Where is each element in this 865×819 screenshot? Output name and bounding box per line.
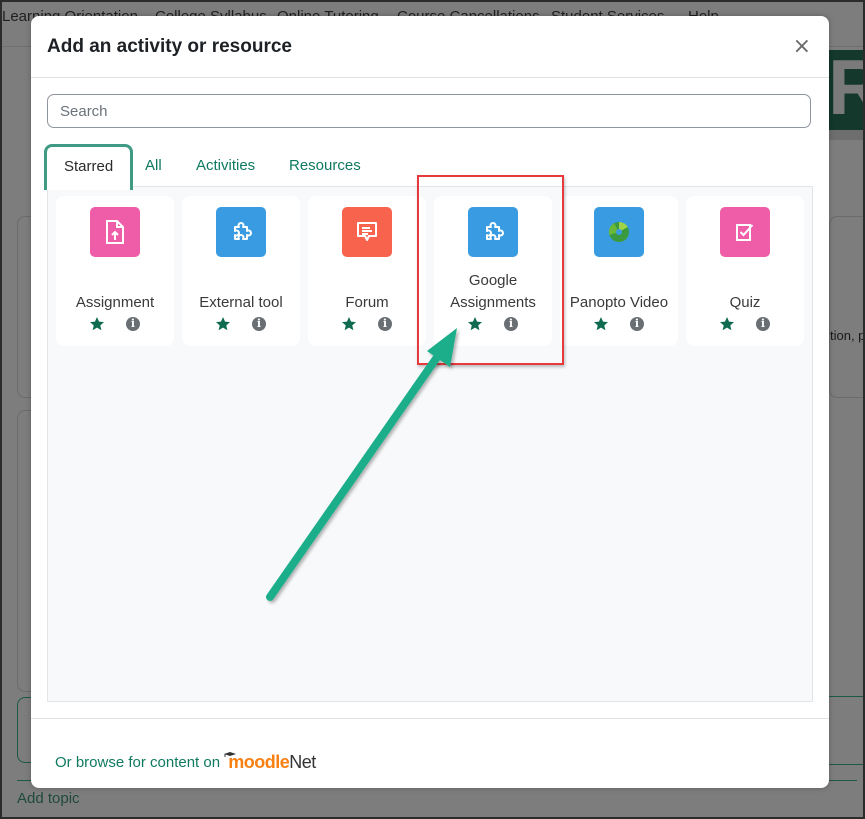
moodlenet-logo: moodleNet <box>224 752 316 773</box>
tab-all[interactable]: All <box>145 144 162 188</box>
star-icon[interactable] <box>89 316 105 332</box>
activity-item-assignment[interactable]: Assignment i <box>56 196 174 346</box>
close-button[interactable]: × <box>793 36 811 58</box>
star-icon[interactable] <box>467 316 483 332</box>
moodle-wordmark: moodle <box>228 752 290 772</box>
assignment-upload-icon <box>90 207 140 257</box>
add-topic-link[interactable]: Add topic <box>17 790 80 807</box>
moodlenet-browse-link[interactable]: Or browse for content on moodleNet <box>55 752 316 773</box>
tab-starred[interactable]: Starred <box>44 144 134 190</box>
modal-title: Add an activity or resource <box>47 36 292 57</box>
star-icon[interactable] <box>341 316 357 332</box>
activity-name: Google Assignments <box>450 272 536 311</box>
activity-chooser-modal: Add an activity or resource × Starred Al… <box>31 16 829 788</box>
star-icon[interactable] <box>719 316 735 332</box>
star-icon[interactable] <box>593 316 609 332</box>
info-icon[interactable]: i <box>504 317 518 331</box>
info-icon[interactable]: i <box>126 317 140 331</box>
background-text: tion, p <box>830 328 865 343</box>
info-icon[interactable]: i <box>756 317 770 331</box>
background-banner: RS <box>828 50 865 130</box>
background-strip <box>828 130 865 140</box>
puzzle-piece-icon <box>216 207 266 257</box>
graduation-cap-icon <box>224 752 237 757</box>
modal-header: Add an activity or resource × <box>31 16 829 78</box>
starred-tab-panel: Assignment i External tool i Forum i Goo… <box>47 186 813 702</box>
activity-item-external-tool[interactable]: External tool i <box>182 196 300 346</box>
activity-name: Panopto Video <box>569 294 669 311</box>
activity-name: External tool <box>199 294 283 311</box>
quiz-checkbox-icon <box>720 207 770 257</box>
background-card <box>829 216 865 398</box>
activity-item-forum[interactable]: Forum i <box>308 196 426 346</box>
tab-activities[interactable]: Activities <box>196 144 255 188</box>
info-icon[interactable]: i <box>252 317 266 331</box>
star-icon[interactable] <box>215 316 231 332</box>
info-icon[interactable]: i <box>630 317 644 331</box>
activity-name: Forum <box>345 294 389 311</box>
activity-item-google-assignments[interactable]: Google Assignments i <box>434 196 552 346</box>
info-icon[interactable]: i <box>378 317 392 331</box>
activity-item-panopto-video[interactable]: Panopto Video i <box>560 196 678 346</box>
search-input[interactable] <box>47 94 811 128</box>
browse-text: Or browse for content on <box>55 754 221 771</box>
panopto-logo-icon <box>594 207 644 257</box>
background-line <box>829 696 865 697</box>
background-line <box>829 764 865 765</box>
activity-name: Quiz <box>729 294 761 311</box>
tab-resources[interactable]: Resources <box>289 144 361 188</box>
forum-speech-bubble-icon <box>342 207 392 257</box>
modal-footer: Or browse for content on moodleNet <box>31 718 829 788</box>
net-wordmark: Net <box>289 752 316 772</box>
close-icon: × <box>792 34 811 59</box>
activity-name: Assignment <box>75 294 155 311</box>
banner-text: RS <box>828 50 865 130</box>
puzzle-piece-icon <box>468 207 518 257</box>
activity-item-quiz[interactable]: Quiz i <box>686 196 804 346</box>
